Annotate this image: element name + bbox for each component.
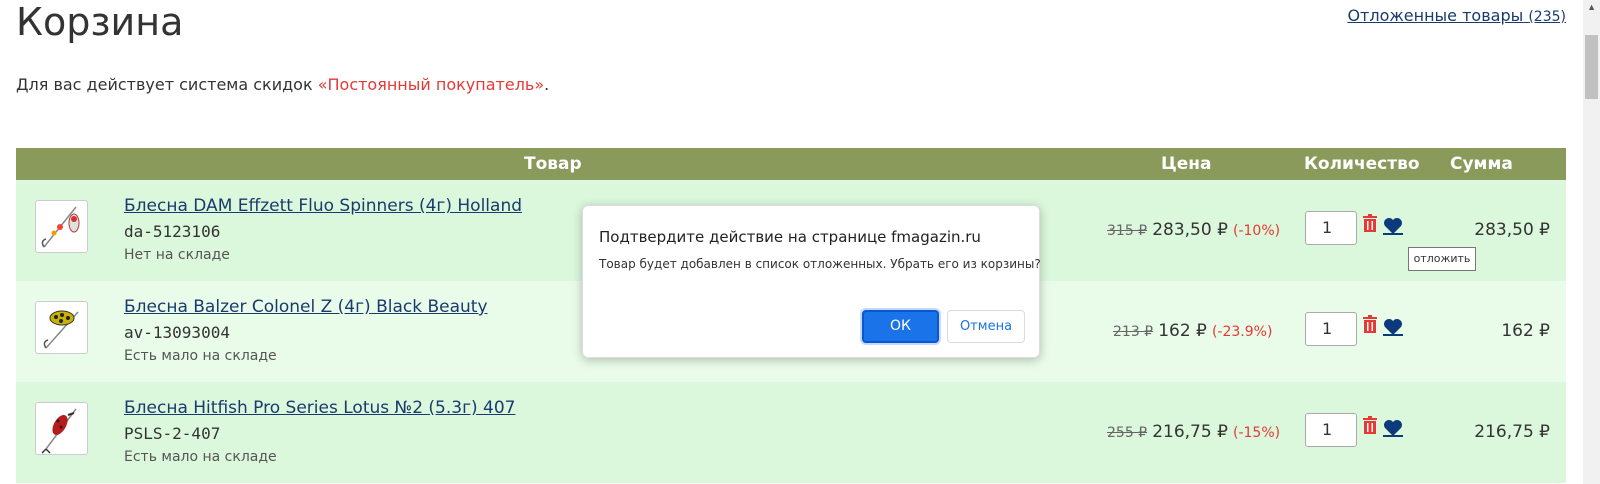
scrollbar-thumb[interactable]: [1585, 35, 1598, 99]
current-price: 216,75 ₽: [1152, 422, 1228, 442]
trash-icon[interactable]: [1362, 214, 1378, 232]
heart-icon[interactable]: [1383, 419, 1403, 437]
saved-items-link[interactable]: Отложенные товары (235): [1347, 6, 1566, 25]
product-image[interactable]: [35, 402, 88, 455]
price-cell: 213 ₽ 162 ₽ (-23.9%): [1113, 321, 1272, 341]
row-sum: 162 ₽: [1501, 321, 1550, 341]
discount-suffix: .: [544, 75, 550, 94]
heart-icon[interactable]: [1383, 318, 1403, 336]
column-header-price: Цена: [1161, 154, 1212, 174]
stock-status: Есть мало на складе: [124, 449, 277, 465]
column-header-sum: Сумма: [1450, 154, 1513, 174]
product-code: av-13093004: [124, 323, 230, 342]
product-image[interactable]: [35, 200, 88, 253]
scroll-up-arrow-icon[interactable]: ▲: [1587, 2, 1596, 12]
column-header-quantity: Количество: [1304, 154, 1420, 174]
discount-notice: Для вас действует система скидок «Постоя…: [16, 75, 549, 94]
product-name-link[interactable]: Блесна Balzer Colonel Z (4г) Black Beaut…: [124, 297, 488, 317]
quantity-input[interactable]: 1: [1305, 413, 1357, 447]
confirm-dialog: Подтвердите действие на странице fmagazi…: [582, 205, 1041, 358]
quantity-input[interactable]: 1: [1305, 211, 1357, 245]
save-for-later-tooltip: отложить: [1408, 247, 1476, 271]
stock-status: Есть мало на складе: [124, 348, 277, 364]
discount-prefix: Для вас действует система скидок: [16, 75, 318, 94]
saved-items-count: (235): [1528, 9, 1566, 25]
cancel-button[interactable]: Отмена: [947, 310, 1025, 343]
discount-percent: (-10%): [1232, 223, 1281, 239]
discount-program-name: «Постоянный покупатель»: [317, 75, 545, 94]
product-name-link[interactable]: Блесна Hitfish Pro Series Lotus №2 (5.3г…: [124, 398, 516, 418]
page-title: Корзина: [16, 0, 184, 44]
product-name-link[interactable]: Блесна DAM Effzett Fluo Spinners (4г) Ho…: [124, 196, 522, 216]
vertical-scrollbar[interactable]: ▲: [1583, 0, 1600, 484]
product-code: PSLS-2-407: [124, 424, 221, 443]
price-cell: 315 ₽ 283,50 ₽ (-10%): [1107, 220, 1280, 240]
stock-status: Нет на складе: [124, 247, 230, 263]
column-header-product: Товар: [524, 154, 582, 174]
cart-table-header: Товар Цена Количество Сумма: [16, 148, 1566, 180]
quantity-input[interactable]: 1: [1305, 312, 1357, 346]
product-code: da-5123106: [124, 222, 221, 241]
old-price: 255 ₽: [1107, 425, 1148, 441]
product-image[interactable]: [35, 301, 88, 354]
price-cell: 255 ₽ 216,75 ₽ (-15%): [1107, 422, 1280, 442]
old-price: 213 ₽: [1113, 324, 1154, 340]
dialog-message: Товар будет добавлен в список отложенных…: [599, 257, 1041, 271]
discount-percent: (-23.9%): [1211, 324, 1273, 340]
saved-items-label: Отложенные товары: [1347, 6, 1524, 25]
table-row: Блесна Hitfish Pro Series Lotus №2 (5.3г…: [16, 382, 1566, 483]
row-sum: 216,75 ₽: [1474, 422, 1550, 442]
trash-icon[interactable]: [1362, 315, 1378, 333]
current-price: 162 ₽: [1158, 321, 1207, 341]
ok-button[interactable]: ОК: [862, 310, 939, 343]
row-sum: 283,50 ₽: [1474, 220, 1550, 240]
current-price: 283,50 ₽: [1152, 220, 1228, 240]
dialog-title: Подтвердите действие на странице fmagazi…: [599, 228, 981, 246]
trash-icon[interactable]: [1362, 416, 1378, 434]
heart-icon[interactable]: [1383, 217, 1403, 235]
old-price: 315 ₽: [1107, 223, 1148, 239]
discount-percent: (-15%): [1232, 425, 1281, 441]
